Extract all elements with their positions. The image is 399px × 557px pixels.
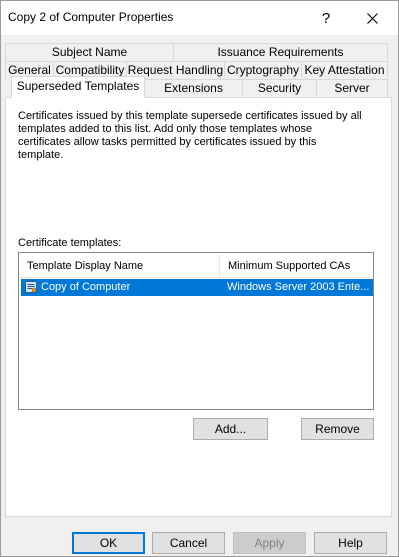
properties-dialog: Copy 2 of Computer Properties ? Subject …	[0, 0, 399, 557]
remove-button[interactable]: Remove	[301, 418, 374, 440]
description-text: Certificates issued by this template sup…	[18, 110, 362, 161]
tab-panel-superseded-templates: Certificates issued by this template sup…	[5, 97, 392, 517]
certificate-templates-list[interactable]: Template Display Name Minimum Supported …	[18, 252, 374, 410]
window-title: Copy 2 of Computer Properties	[8, 10, 174, 24]
list-header: Template Display Name Minimum Supported …	[20, 255, 372, 278]
certificate-templates-label: Certificate templates:	[18, 237, 122, 249]
close-icon	[366, 12, 378, 24]
tab-cryptography[interactable]: Cryptography	[224, 61, 302, 78]
apply-button[interactable]: Apply	[233, 532, 306, 554]
tab-issuance-requirements[interactable]: Issuance Requirements	[173, 43, 388, 60]
tab-subject-name[interactable]: Subject Name	[5, 43, 174, 60]
column-header-template-name[interactable]: Template Display Name	[20, 255, 220, 277]
help-icon: ?	[321, 9, 331, 27]
title-bar: Copy 2 of Computer Properties ?	[1, 1, 398, 35]
column-header-min-supported-cas[interactable]: Minimum Supported CAs	[221, 255, 372, 277]
ok-button[interactable]: OK	[72, 532, 145, 554]
help-button[interactable]: Help	[314, 532, 387, 554]
certificate-template-icon	[25, 281, 37, 293]
close-button[interactable]	[349, 1, 395, 35]
tab-extensions[interactable]: Extensions	[144, 79, 243, 96]
tab-security[interactable]: Security	[242, 79, 317, 96]
cancel-button[interactable]: Cancel	[152, 532, 225, 554]
min-supported-ca-cell: Windows Server 2003 Ente...	[227, 281, 370, 293]
help-title-button[interactable]: ?	[303, 1, 349, 35]
tab-key-attestation[interactable]: Key Attestation	[301, 61, 388, 78]
add-button[interactable]: Add...	[193, 418, 268, 440]
template-display-name-cell: Copy of Computer	[41, 281, 131, 293]
tab-server[interactable]: Server	[316, 79, 388, 96]
table-row[interactable]: Copy of Computer Windows Server 2003 Ent…	[21, 279, 373, 296]
tab-superseded-templates[interactable]: Superseded Templates	[11, 76, 145, 98]
